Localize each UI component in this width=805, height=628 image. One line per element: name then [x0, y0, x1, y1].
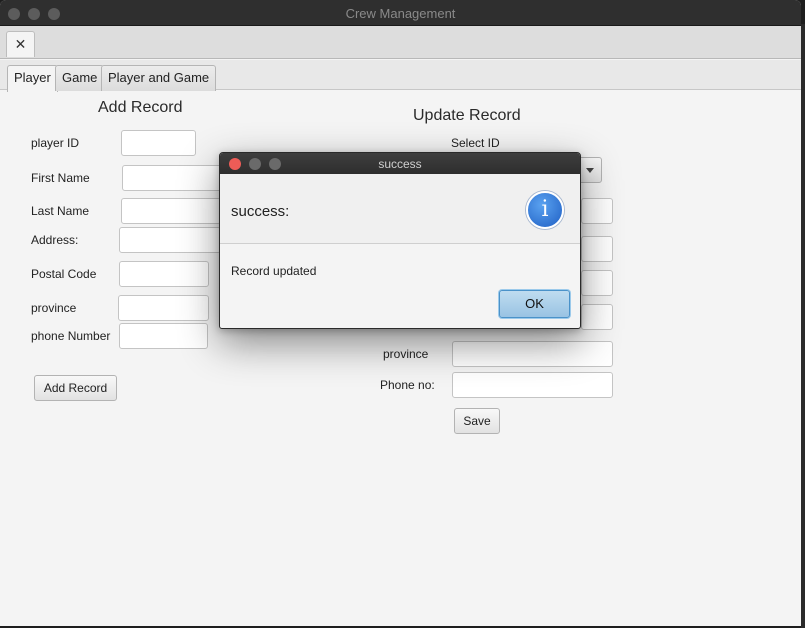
first-name-field[interactable]: [122, 165, 222, 191]
dialog-content: Record updated: [231, 264, 317, 278]
update-phone-field[interactable]: [452, 372, 613, 398]
tab-bar: Player Game Player and Game: [0, 60, 801, 92]
success-dialog: success success: i Record updated OK: [219, 152, 581, 329]
ok-button[interactable]: OK: [499, 290, 570, 318]
save-button[interactable]: Save: [454, 408, 500, 434]
dialog-title-bar: success: [220, 153, 580, 174]
province-field[interactable]: [118, 295, 209, 321]
toolbar: ✕: [0, 26, 801, 59]
player-id-label: player ID: [31, 136, 80, 150]
phone-number-field[interactable]: [119, 323, 208, 349]
close-icon[interactable]: ✕: [6, 31, 35, 57]
tab-game[interactable]: Game: [55, 65, 105, 91]
dialog-title: success: [378, 157, 422, 171]
update-field-1[interactable]: [581, 198, 613, 224]
last-name-label: Last Name: [31, 204, 90, 218]
update-field-4[interactable]: [581, 304, 613, 330]
update-phone-label: Phone no:: [380, 378, 435, 392]
window-title: Crew Management: [345, 6, 456, 21]
postal-code-field[interactable]: [119, 261, 209, 287]
tab-player-and-game[interactable]: Player and Game: [101, 65, 217, 91]
select-id-label: Select ID: [451, 136, 500, 150]
postal-code-label: Postal Code: [31, 267, 97, 281]
last-name-field[interactable]: [121, 198, 221, 224]
dialog-header-text: success:: [231, 203, 290, 220]
update-field-3[interactable]: [581, 270, 613, 296]
add-record-heading: Add Record: [98, 99, 183, 116]
tab-player[interactable]: Player: [7, 65, 58, 92]
address-field[interactable]: [119, 227, 221, 253]
dialog-header: success: i: [220, 174, 580, 244]
app-window: Crew Management ✕ Player Game Player and…: [0, 0, 801, 626]
update-province-label: province: [383, 347, 429, 361]
first-name-label: First Name: [31, 171, 90, 185]
update-province-field[interactable]: [452, 341, 613, 367]
update-record-heading: Update Record: [413, 107, 521, 124]
address-label: Address:: [31, 233, 79, 247]
info-icon: i: [526, 191, 564, 229]
update-field-2[interactable]: [581, 236, 613, 262]
background-window-edge: [801, 24, 805, 628]
player-id-field[interactable]: [121, 130, 196, 156]
province-label: province: [31, 301, 77, 315]
add-record-button[interactable]: Add Record: [34, 375, 117, 401]
phone-number-label: phone Number: [31, 329, 111, 343]
title-bar: Crew Management: [0, 0, 801, 26]
chevron-down-icon[interactable]: [578, 157, 602, 183]
